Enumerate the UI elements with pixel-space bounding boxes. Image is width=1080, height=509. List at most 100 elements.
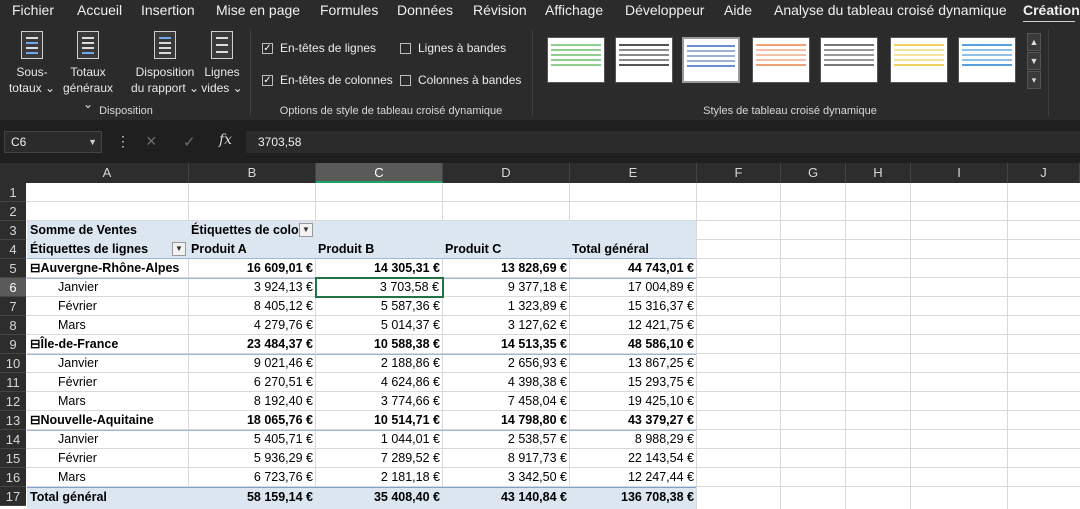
- row-header-selected[interactable]: 6: [0, 278, 26, 297]
- pivot-value[interactable]: 10 588,38 €: [316, 335, 442, 354]
- pivot-value[interactable]: 9 377,18 €: [443, 278, 569, 297]
- grand-total-value[interactable]: 35 408,40 €: [316, 488, 442, 507]
- pivot-value[interactable]: 17 004,89 €: [570, 278, 696, 297]
- grand-total-value[interactable]: 58 159,14 €: [189, 488, 315, 507]
- row-header[interactable]: 1: [0, 183, 26, 202]
- column-header-B[interactable]: B: [189, 163, 316, 183]
- active-cell[interactable]: 3 703,58 €: [315, 277, 444, 298]
- column-header-H[interactable]: H: [846, 163, 911, 183]
- column-header-I[interactable]: I: [911, 163, 1008, 183]
- pivot-column-header[interactable]: Produit C: [445, 240, 565, 259]
- pivot-values-label[interactable]: Somme de Ventes: [30, 221, 186, 240]
- grand-total-label[interactable]: Total général: [30, 488, 188, 507]
- tab-insertion[interactable]: Insertion: [141, 0, 195, 20]
- pivot-value[interactable]: 9 021,46 €: [189, 354, 315, 373]
- pivot-value[interactable]: 4 624,86 €: [316, 373, 442, 392]
- pivot-style-thumb[interactable]: [958, 37, 1016, 83]
- pivot-value[interactable]: 18 065,76 €: [189, 411, 315, 430]
- checkbox-banded-rows[interactable]: Lignes à bandes: [400, 41, 506, 55]
- pivot-value[interactable]: 43 379,27 €: [570, 411, 696, 430]
- pivot-month-label[interactable]: Janvier: [58, 354, 186, 373]
- cancel-icon[interactable]: ×: [146, 131, 157, 152]
- pivot-style-thumb-selected[interactable]: [682, 37, 740, 83]
- pivot-value[interactable]: 2 656,93 €: [443, 354, 569, 373]
- column-header-G[interactable]: G: [781, 163, 846, 183]
- pivot-value[interactable]: 23 484,37 €: [189, 335, 315, 354]
- pivot-value[interactable]: 4 279,76 €: [189, 316, 315, 335]
- pivot-value[interactable]: 15 293,75 €: [570, 373, 696, 392]
- row-header[interactable]: 9: [0, 335, 26, 354]
- row-header[interactable]: 12: [0, 392, 26, 411]
- filter-dropdown-icon[interactable]: ▼: [172, 242, 186, 256]
- chevron-down-icon[interactable]: ▼: [88, 132, 97, 152]
- pivot-value[interactable]: 3 342,50 €: [443, 468, 569, 487]
- tab-fichier[interactable]: Fichier: [12, 0, 54, 20]
- row-header[interactable]: 8: [0, 316, 26, 335]
- pivot-value[interactable]: 22 143,54 €: [570, 449, 696, 468]
- tab-aide[interactable]: Aide: [724, 0, 752, 20]
- pivot-month-label[interactable]: Février: [58, 297, 186, 316]
- row-header[interactable]: 4: [0, 240, 26, 259]
- tab-donnees[interactable]: Données: [397, 0, 453, 20]
- pivot-month-label[interactable]: Mars: [58, 392, 186, 411]
- column-header-D[interactable]: D: [443, 163, 570, 183]
- pivot-style-thumb[interactable]: [752, 37, 810, 83]
- pivot-value[interactable]: 3 774,66 €: [316, 392, 442, 411]
- pivot-value[interactable]: 2 188,86 €: [316, 354, 442, 373]
- pivot-style-thumb[interactable]: [547, 37, 605, 83]
- pivot-value[interactable]: 16 609,01 €: [189, 259, 315, 278]
- row-header[interactable]: 10: [0, 354, 26, 373]
- row-header[interactable]: 16: [0, 468, 26, 487]
- pivot-value[interactable]: 19 425,10 €: [570, 392, 696, 411]
- pivot-column-header[interactable]: Produit B: [318, 240, 438, 259]
- checkbox-banded-columns[interactable]: Colonnes à bandes: [400, 73, 521, 87]
- checkbox-column-headers[interactable]: ✓ En-têtes de colonnes: [262, 73, 393, 87]
- gallery-scroll-up-icon[interactable]: ▲: [1027, 33, 1041, 51]
- pivot-value[interactable]: 5 014,37 €: [316, 316, 442, 335]
- pivot-value[interactable]: 2 538,57 €: [443, 430, 569, 449]
- pivot-column-labels[interactable]: Étiquettes de colo: [191, 221, 301, 240]
- column-header-J[interactable]: J: [1008, 163, 1080, 183]
- checkbox-row-headers-box[interactable]: ✓: [262, 42, 273, 54]
- tab-formules[interactable]: Formules: [320, 0, 378, 20]
- pivot-value[interactable]: 14 305,31 €: [316, 259, 442, 278]
- pivot-style-thumb[interactable]: [890, 37, 948, 83]
- enter-icon[interactable]: ✓: [183, 133, 196, 151]
- pivot-value[interactable]: 5 587,36 €: [316, 297, 442, 316]
- pivot-value[interactable]: 3 127,62 €: [443, 316, 569, 335]
- row-header[interactable]: 3: [0, 221, 26, 240]
- pivot-value[interactable]: 3 924,13 €: [189, 278, 315, 297]
- tab-accueil[interactable]: Accueil: [77, 0, 122, 20]
- checkbox-row-headers[interactable]: ✓ En-têtes de lignes: [262, 41, 376, 55]
- pivot-value[interactable]: 10 514,71 €: [316, 411, 442, 430]
- tab-analyse-tableau-croise[interactable]: Analyse du tableau croisé dynamique: [774, 0, 1007, 20]
- filter-dropdown-icon[interactable]: ▼: [299, 223, 313, 237]
- pivot-value[interactable]: 13 867,25 €: [570, 354, 696, 373]
- select-all-corner[interactable]: [0, 163, 26, 183]
- pivot-style-thumb[interactable]: [820, 37, 878, 83]
- pivot-value[interactable]: 6 723,76 €: [189, 468, 315, 487]
- more-options-icon[interactable]: ⋮: [116, 133, 130, 150]
- pivot-month-label[interactable]: Janvier: [58, 430, 186, 449]
- pivot-value[interactable]: 8 192,40 €: [189, 392, 315, 411]
- row-header[interactable]: 5: [0, 259, 26, 278]
- pivot-value[interactable]: 12 247,44 €: [570, 468, 696, 487]
- pivot-month-label[interactable]: Février: [58, 373, 186, 392]
- tab-affichage[interactable]: Affichage: [545, 0, 603, 20]
- formula-input[interactable]: 3703,58: [246, 131, 1080, 153]
- row-header[interactable]: 7: [0, 297, 26, 316]
- row-header[interactable]: 11: [0, 373, 26, 392]
- grand-total-value[interactable]: 136 708,38 €: [570, 488, 696, 507]
- insert-function-icon[interactable]: fx: [219, 132, 232, 148]
- row-header[interactable]: 15: [0, 449, 26, 468]
- checkbox-column-headers-box[interactable]: ✓: [262, 74, 273, 86]
- name-box[interactable]: C6 ▼: [4, 131, 102, 153]
- tab-developpeur[interactable]: Développeur: [625, 0, 704, 20]
- subtotals-button[interactable]: Sous- totaux ⌄: [8, 31, 56, 96]
- gallery-more-icon[interactable]: ▾: [1027, 71, 1041, 89]
- pivot-column-header[interactable]: Produit A: [191, 240, 311, 259]
- report-layout-button[interactable]: Disposition du rapport ⌄: [130, 31, 200, 96]
- column-header-A[interactable]: A: [26, 163, 189, 183]
- pivot-row-labels[interactable]: Étiquettes de lignes: [30, 240, 170, 259]
- pivot-value[interactable]: 5 936,29 €: [189, 449, 315, 468]
